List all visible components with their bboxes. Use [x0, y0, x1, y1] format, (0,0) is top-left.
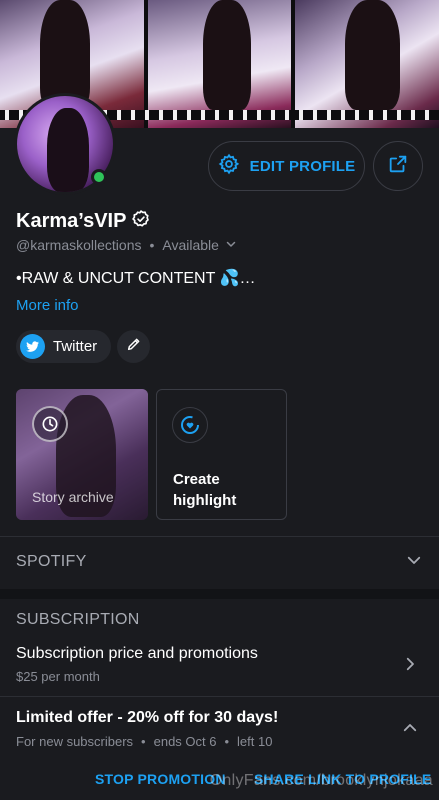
- separator-dot: •: [141, 734, 146, 749]
- chevron-right-icon: [401, 655, 419, 678]
- profile-name-row: Karma’sVIP: [16, 209, 151, 234]
- twitter-icon: [20, 334, 45, 359]
- chevron-up-icon: [401, 719, 419, 742]
- chevron-down-icon: [405, 551, 423, 574]
- more-info-link[interactable]: More info: [16, 297, 79, 314]
- offer-meta: For new subscribers • ends Oct 6 • left …: [16, 734, 272, 749]
- spotify-section-toggle[interactable]: SPOTIFY: [0, 537, 439, 587]
- section-gap: [0, 589, 439, 599]
- share-profile-button[interactable]: [373, 141, 423, 191]
- twitter-label: Twitter: [53, 338, 98, 355]
- subscription-price-row[interactable]: Subscription price and promotions $25 pe…: [0, 637, 439, 695]
- handle-row: @karmaskollections • Available: [16, 237, 237, 253]
- cover-image-3: [295, 0, 439, 128]
- offer-left: left 10: [237, 734, 273, 749]
- create-highlight-label: Create highlight: [173, 471, 237, 509]
- story-archive-card[interactable]: Story archive: [16, 389, 148, 520]
- watermark-text: OnlyFans.com/brooklynjokaaa: [209, 772, 433, 789]
- stop-promotion-button[interactable]: STOP PROMOTION: [95, 771, 226, 787]
- cover-image-2: [147, 0, 292, 128]
- twitter-link-button[interactable]: Twitter: [16, 330, 112, 363]
- edit-profile-label: EDIT PROFILE: [249, 157, 356, 175]
- offer-ends: ends Oct 6: [153, 734, 217, 749]
- spotify-section-title: SPOTIFY: [16, 553, 87, 570]
- offer-title: Limited offer - 20% off for 30 days!: [16, 709, 279, 726]
- online-status-dot: [91, 169, 107, 185]
- edit-social-links-button[interactable]: [117, 330, 150, 363]
- subscription-price-title: Subscription price and promotions: [16, 645, 258, 662]
- limited-offer-row[interactable]: Limited offer - 20% off for 30 days! For…: [0, 697, 439, 761]
- profile-name: Karma’sVIP: [16, 210, 127, 232]
- separator-dot: •: [224, 734, 230, 749]
- create-highlight-card[interactable]: Create highlight: [156, 389, 287, 520]
- gear-icon: [218, 153, 240, 180]
- heart-circle-icon: [172, 407, 208, 443]
- profile-bio: •RAW & UNCUT CONTENT 💦…: [16, 270, 256, 287]
- offer-audience: For new subscribers: [16, 734, 134, 749]
- profile-handle: @karmaskollections: [16, 237, 142, 253]
- chevron-down-icon[interactable]: [225, 237, 237, 253]
- separator-dot: •: [149, 237, 155, 253]
- verified-badge-icon: [131, 209, 151, 234]
- subscription-price-value: $25 per month: [16, 669, 100, 684]
- story-archive-label: Story archive: [32, 489, 114, 505]
- share-icon: [387, 153, 409, 180]
- pencil-icon: [126, 336, 142, 357]
- subscription-section-title: SUBSCRIPTION: [16, 611, 140, 628]
- clock-history-icon: [32, 406, 68, 442]
- availability-status[interactable]: Available: [162, 237, 219, 253]
- edit-profile-button[interactable]: EDIT PROFILE: [208, 141, 365, 191]
